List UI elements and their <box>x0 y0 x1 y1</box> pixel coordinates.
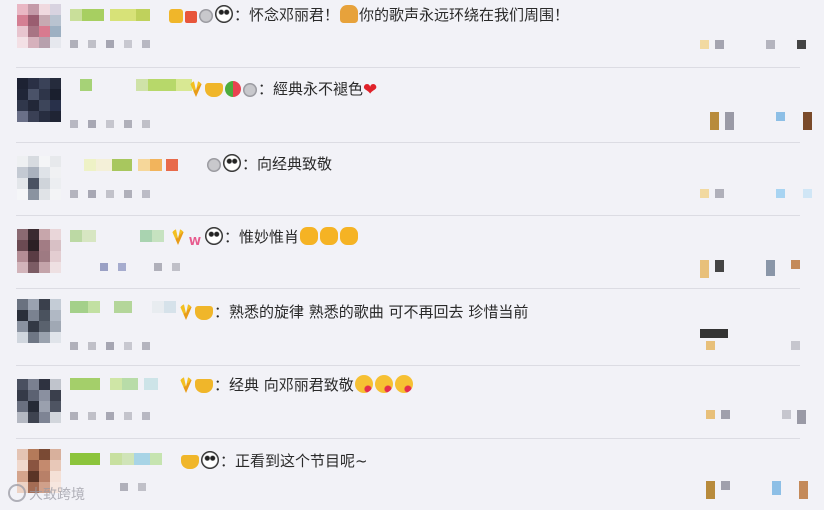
panda-emoji-icon <box>201 451 219 469</box>
comment-item: ：經典永不褪色❤ <box>0 68 824 142</box>
username-blurred[interactable] <box>70 8 150 22</box>
comment-meta-blurred <box>70 120 150 128</box>
avatar[interactable] <box>17 156 61 200</box>
comment-actions-blurred[interactable] <box>700 40 806 49</box>
username-blurred[interactable] <box>80 78 192 92</box>
avatar[interactable] <box>17 379 61 423</box>
avatar[interactable] <box>17 299 61 343</box>
crown-badge-icon <box>181 455 199 469</box>
kiss-emoji-icon <box>354 375 373 393</box>
comment-actions-blurred[interactable] <box>700 260 800 278</box>
kiss-emoji-icon <box>374 375 393 393</box>
crown-badge-icon <box>195 306 213 320</box>
kiss-emoji-icon <box>394 375 413 393</box>
medal-badge-icon <box>207 158 221 172</box>
username-blurred[interactable] <box>84 158 178 172</box>
clap-emoji-icon <box>340 227 359 245</box>
comment-item: W ：惟妙惟肖 <box>0 216 824 288</box>
panda-emoji-icon <box>223 154 241 172</box>
vip-badge-icon <box>189 81 203 97</box>
comment-actions-blurred[interactable] <box>700 329 809 338</box>
heart-emoji-icon: ❤ <box>363 80 378 100</box>
comment-item: ：经典 向邓丽君致敬 <box>0 366 824 438</box>
clap-emoji-icon <box>300 227 319 245</box>
comment-actions-blurred[interactable] <box>700 189 812 198</box>
comment-item: ：正看到这个节目呢~ <box>0 439 824 510</box>
comment-text: ：熟悉的旋律 熟悉的歌曲 可不再回去 珍惜当前 <box>178 302 528 322</box>
username-blurred[interactable] <box>70 377 158 391</box>
comment-meta-blurred <box>70 412 150 420</box>
comment-text: ：經典永不褪色❤ <box>188 79 377 100</box>
avatar[interactable] <box>17 4 61 48</box>
comment-actions-blurred[interactable] <box>706 341 800 350</box>
medal-badge-icon <box>199 9 213 23</box>
level-badge-icon <box>185 11 197 23</box>
watermark: 大致跨境 <box>8 484 85 504</box>
pray-emoji-icon <box>340 5 359 23</box>
comment-meta-blurred <box>120 483 146 491</box>
comment-text: W ：惟妙惟肖 <box>170 227 359 248</box>
comment-text: ：怀念邓丽君！ 你的歌声永远环绕在我们周围！ <box>168 5 569 25</box>
vip-badge-icon <box>179 377 193 393</box>
comment-item: ：向经典致敬 <box>0 143 824 215</box>
crown-badge-icon <box>195 379 213 393</box>
comment-text: ：向经典致敬 <box>206 154 332 174</box>
comment-text: ：正看到这个节目呢~ <box>180 451 368 471</box>
comment-actions-blurred[interactable] <box>710 112 812 130</box>
comment-meta-blurred <box>70 342 150 350</box>
comment-actions-blurred[interactable] <box>706 410 806 424</box>
comment-text: ：经典 向邓丽君致敬 <box>178 375 414 395</box>
username-blurred[interactable] <box>70 229 164 243</box>
watermelon-badge-icon <box>225 81 241 97</box>
vip-badge-icon <box>179 304 193 320</box>
username-blurred[interactable] <box>70 300 176 314</box>
comment-item: ：熟悉的旋律 熟悉的歌曲 可不再回去 珍惜当前 <box>0 289 824 365</box>
w-badge-icon: W <box>188 235 202 248</box>
clap-emoji-icon <box>320 227 339 245</box>
comment-meta-blurred <box>100 263 180 271</box>
panda-emoji-icon <box>215 5 233 23</box>
vip-badge-icon <box>171 229 185 245</box>
crown-badge-icon <box>205 83 223 97</box>
vip-badge-icon <box>169 9 183 23</box>
panda-emoji-icon <box>205 227 223 245</box>
avatar[interactable] <box>17 78 61 122</box>
username-blurred[interactable] <box>70 452 162 466</box>
comment-actions-blurred[interactable] <box>706 481 808 499</box>
medal-badge-icon <box>243 83 257 97</box>
comment-list: ：怀念邓丽君！ 你的歌声永远环绕在我们周围！ ：經典永不褪色❤ ：向经典致敬 W… <box>0 0 824 510</box>
comment-meta-blurred <box>70 190 150 198</box>
comment-meta-blurred <box>70 40 150 48</box>
comment-item: ：怀念邓丽君！ 你的歌声永远环绕在我们周围！ <box>0 0 824 68</box>
watermark-logo-icon <box>8 484 26 502</box>
avatar[interactable] <box>17 229 61 273</box>
